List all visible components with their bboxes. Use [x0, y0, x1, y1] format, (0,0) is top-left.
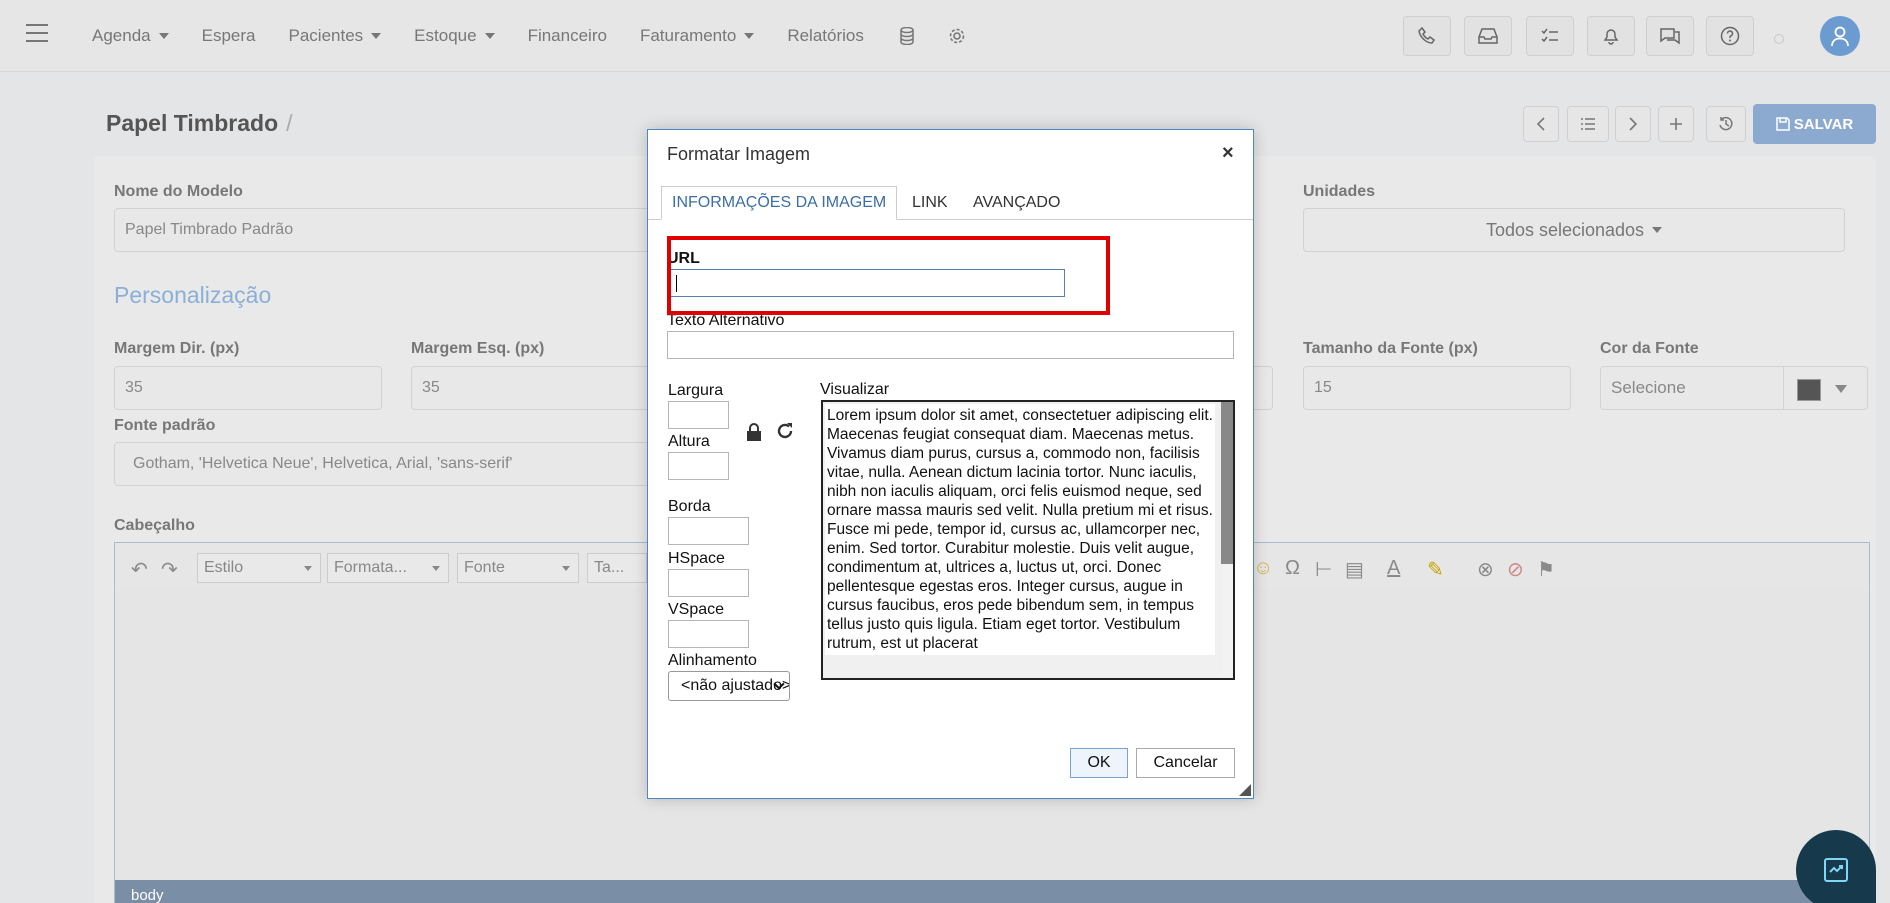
tab-link[interactable]: LINK	[902, 186, 958, 220]
dialog-title: Formatar Imagem	[667, 144, 811, 164]
hspace-label: HSpace	[668, 550, 725, 567]
lock-ratio-icon[interactable]	[746, 423, 762, 446]
resize-handle-icon[interactable]	[1239, 784, 1251, 796]
alinhamento-select[interactable]: <não ajustado>	[668, 671, 790, 701]
tab-image-info[interactable]: INFORMAÇÕES DA IMAGEM	[661, 186, 898, 220]
scrollbar-thumb[interactable]	[1221, 402, 1233, 564]
alinhamento-label: Alinhamento	[668, 652, 757, 669]
reset-size-icon[interactable]	[776, 422, 794, 445]
largura-label: Largura	[668, 382, 724, 399]
visualizar-label: Visualizar	[820, 381, 890, 398]
image-format-dialog: Formatar Imagem × INFORMAÇÕES DA IMAGEM …	[647, 129, 1254, 799]
image-preview: Lorem ipsum dolor sit amet, consectetuer…	[821, 400, 1235, 680]
tab-advanced[interactable]: AVANÇADO	[963, 186, 1070, 220]
alinhamento-value: <não ajustado>	[681, 677, 790, 694]
altura-label: Altura	[668, 433, 710, 450]
altura-input[interactable]	[668, 452, 729, 480]
close-icon[interactable]: ×	[1222, 142, 1234, 165]
alt-text-input[interactable]	[667, 331, 1234, 359]
vspace-input[interactable]	[668, 620, 749, 648]
preview-text: Lorem ipsum dolor sit amet, consectetuer…	[825, 404, 1215, 655]
hspace-input[interactable]	[668, 569, 749, 597]
ok-button[interactable]: OK	[1070, 748, 1128, 778]
largura-input[interactable]	[668, 401, 729, 429]
borda-label: Borda	[668, 498, 711, 515]
preview-scrollbar[interactable]	[1221, 402, 1233, 678]
vspace-label: VSpace	[668, 601, 725, 618]
cancel-button[interactable]: Cancelar	[1136, 748, 1235, 778]
dialog-tabs: INFORMAÇÕES DA IMAGEM LINK AVANÇADO	[648, 186, 1253, 220]
url-highlight-box	[667, 236, 1110, 315]
borda-input[interactable]	[668, 517, 749, 545]
